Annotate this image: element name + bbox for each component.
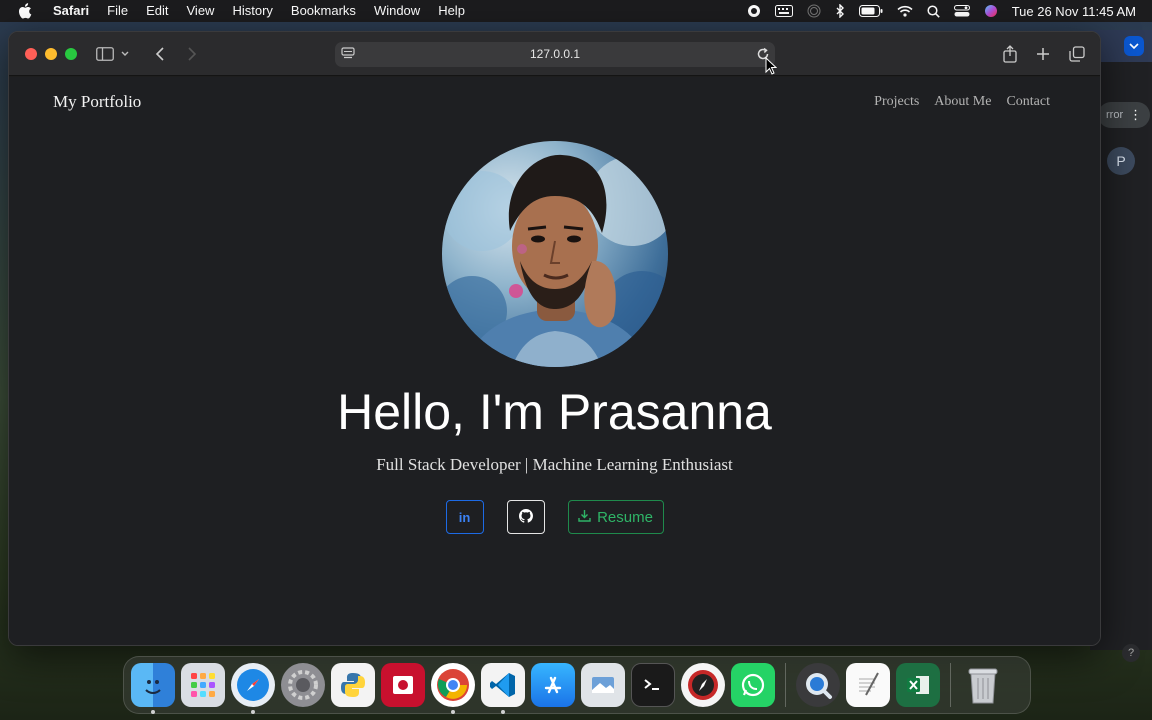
running-indicator <box>451 710 455 714</box>
launchpad-icon[interactable] <box>181 663 225 707</box>
nav-link-projects[interactable]: Projects <box>874 94 919 110</box>
finder-icon[interactable] <box>131 663 175 714</box>
menu-bookmarks[interactable]: Bookmarks <box>291 0 356 22</box>
window-controls <box>25 48 77 60</box>
apple-menu-icon[interactable] <box>18 3 32 19</box>
linkedin-icon: in <box>458 509 471 525</box>
record-icon[interactable] <box>747 4 761 18</box>
running-indicator <box>501 710 505 714</box>
error-pill-label: rror <box>1106 109 1124 121</box>
mouse-cursor-icon <box>765 56 778 80</box>
spotlight-search-icon[interactable] <box>927 4 940 18</box>
sidebar-menu-chevron-icon[interactable] <box>119 44 131 64</box>
hero-greeting: Hello, <box>337 384 479 440</box>
tab-overview-icon[interactable] <box>1067 44 1087 64</box>
python-icon[interactable] <box>331 663 375 707</box>
site-brand[interactable]: My Portfolio <box>53 92 141 112</box>
menubar-clock[interactable]: Tue 26 Nov 11:45 AM <box>1012 4 1136 19</box>
vscode-icon[interactable] <box>481 663 525 714</box>
more-options-icon[interactable]: ⋮ <box>1129 107 1142 123</box>
preview-icon[interactable] <box>581 663 625 707</box>
chrome-icon[interactable] <box>431 663 475 714</box>
hero-subtitle: Full Stack Developer | Machine Learning … <box>376 455 733 474</box>
forward-arrow-icon[interactable] <box>182 44 202 64</box>
close-window-button[interactable] <box>25 48 37 60</box>
github-icon <box>518 508 533 526</box>
hero-name: I'm Prasanna <box>478 384 772 440</box>
dock <box>123 656 1031 714</box>
control-center-icon[interactable] <box>953 5 970 17</box>
keyboard-icon[interactable] <box>774 5 793 17</box>
profile-portrait <box>442 141 668 367</box>
dock-separator <box>950 663 951 707</box>
menu-help[interactable]: Help <box>438 0 465 22</box>
resume-button-label: Resume <box>597 508 653 526</box>
textedit-icon[interactable] <box>846 663 890 707</box>
photo-booth-icon[interactable] <box>381 663 425 707</box>
profile-avatar[interactable]: P <box>1107 147 1135 175</box>
github-button[interactable] <box>506 500 545 534</box>
menu-window[interactable]: Window <box>374 0 420 22</box>
share-icon[interactable] <box>1000 44 1020 64</box>
safari-window: 127.0.0.1 My Portfolio Projects About Me… <box>8 31 1101 646</box>
siri-icon[interactable] <box>984 4 998 18</box>
menu-edit[interactable]: Edit <box>146 0 168 22</box>
new-tab-icon[interactable] <box>1033 44 1053 64</box>
sidebar-toggle-icon[interactable] <box>95 44 115 64</box>
web-page: My Portfolio Projects About Me Contact H… <box>9 77 1100 645</box>
menu-file[interactable]: File <box>107 0 128 22</box>
app-store-icon[interactable] <box>531 663 575 707</box>
nav-link-about-me[interactable]: About Me <box>934 94 991 110</box>
fullscreen-window-button[interactable] <box>65 48 77 60</box>
minimize-window-button[interactable] <box>45 48 57 60</box>
help-button[interactable]: ? <box>1122 644 1140 662</box>
excel-icon[interactable] <box>896 663 940 707</box>
hero-heading: Hello, I'm Prasanna <box>9 383 1100 441</box>
compass-icon[interactable] <box>681 663 725 707</box>
site-nav: Projects About Me Contact <box>874 94 1050 110</box>
hero-actions: in Resume <box>9 500 1100 534</box>
menu-history[interactable]: History <box>232 0 272 22</box>
portrait-illustration <box>442 154 668 367</box>
safari-icon[interactable] <box>231 663 275 714</box>
quicktime-icon[interactable] <box>796 663 840 707</box>
whatsapp-icon[interactable] <box>731 663 775 707</box>
menu-bar: Safari File Edit View History Bookmarks … <box>0 0 1152 22</box>
address-url[interactable]: 127.0.0.1 <box>335 42 775 67</box>
wifi-icon[interactable] <box>897 5 913 17</box>
system-settings-icon[interactable] <box>281 663 325 707</box>
chevron-down-icon[interactable] <box>1124 36 1144 56</box>
resume-download-button[interactable]: Resume <box>567 500 664 534</box>
address-bar[interactable]: 127.0.0.1 <box>335 42 775 67</box>
running-indicator <box>151 710 155 714</box>
bluetooth-icon[interactable] <box>835 4 845 18</box>
status-area: Tue 26 Nov 11:45 AM <box>747 0 1136 22</box>
battery-icon[interactable] <box>858 5 883 17</box>
menu-app-name[interactable]: Safari <box>53 0 89 22</box>
running-indicator <box>251 710 255 714</box>
download-icon <box>578 509 591 526</box>
trash-icon[interactable] <box>961 663 1005 707</box>
back-arrow-icon[interactable] <box>150 44 170 64</box>
linkedin-button[interactable]: in <box>445 500 484 534</box>
fingerprint-icon[interactable] <box>807 4 821 18</box>
menu-view[interactable]: View <box>187 0 215 22</box>
terminal-icon[interactable] <box>631 663 675 707</box>
dock-separator <box>785 663 786 707</box>
nav-link-contact[interactable]: Contact <box>1006 94 1050 110</box>
error-pill[interactable]: rror ⋮ <box>1098 102 1150 128</box>
browser-toolbar: 127.0.0.1 <box>9 32 1100 76</box>
